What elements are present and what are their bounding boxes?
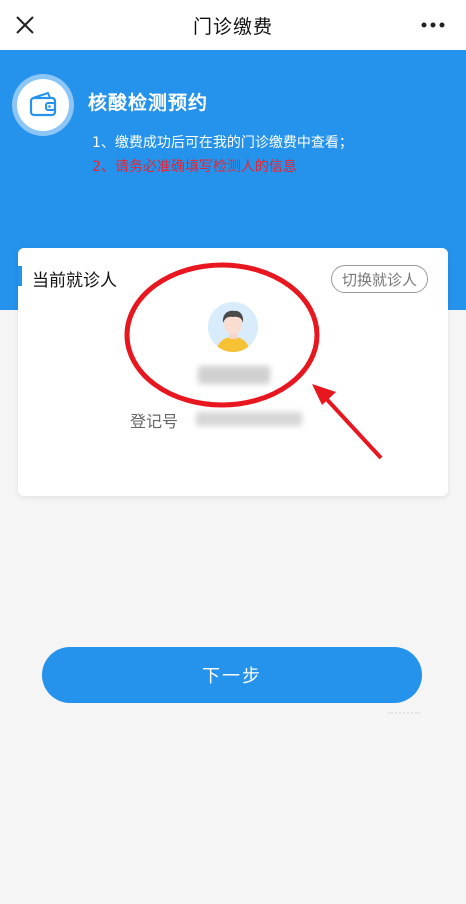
wallet-icon <box>29 92 57 117</box>
registration-number-redacted <box>196 412 302 426</box>
divider <box>388 712 420 715</box>
card-accent-bar <box>18 266 22 286</box>
switch-patient-button[interactable]: 切换就诊人 <box>330 265 428 293</box>
hero-title: 核酸检测预约 <box>88 92 209 114</box>
avatar <box>208 302 258 352</box>
avatar-icon <box>208 302 258 352</box>
registration-number-label: 登记号 <box>130 412 179 431</box>
patient-name-redacted <box>198 366 270 384</box>
hero-note-1: 1、缴费成功后可在我的门诊缴费中查看； <box>92 135 353 151</box>
patient-card: 当前就诊人 切换就诊人 登记号 <box>18 248 448 496</box>
card-title: 当前就诊人 <box>32 271 117 291</box>
next-step-button[interactable]: 下一步 <box>42 647 422 703</box>
close-icon <box>16 16 34 34</box>
navbar: 门诊缴费 <box>0 0 466 50</box>
more-button[interactable] <box>416 8 450 42</box>
hero-icon-badge <box>12 74 74 136</box>
more-icon <box>421 22 445 28</box>
close-button[interactable] <box>10 8 40 42</box>
page-title: 门诊缴费 <box>192 15 273 38</box>
hero-note-2: 2、请务必准确填写检测人的信息 <box>92 159 297 175</box>
